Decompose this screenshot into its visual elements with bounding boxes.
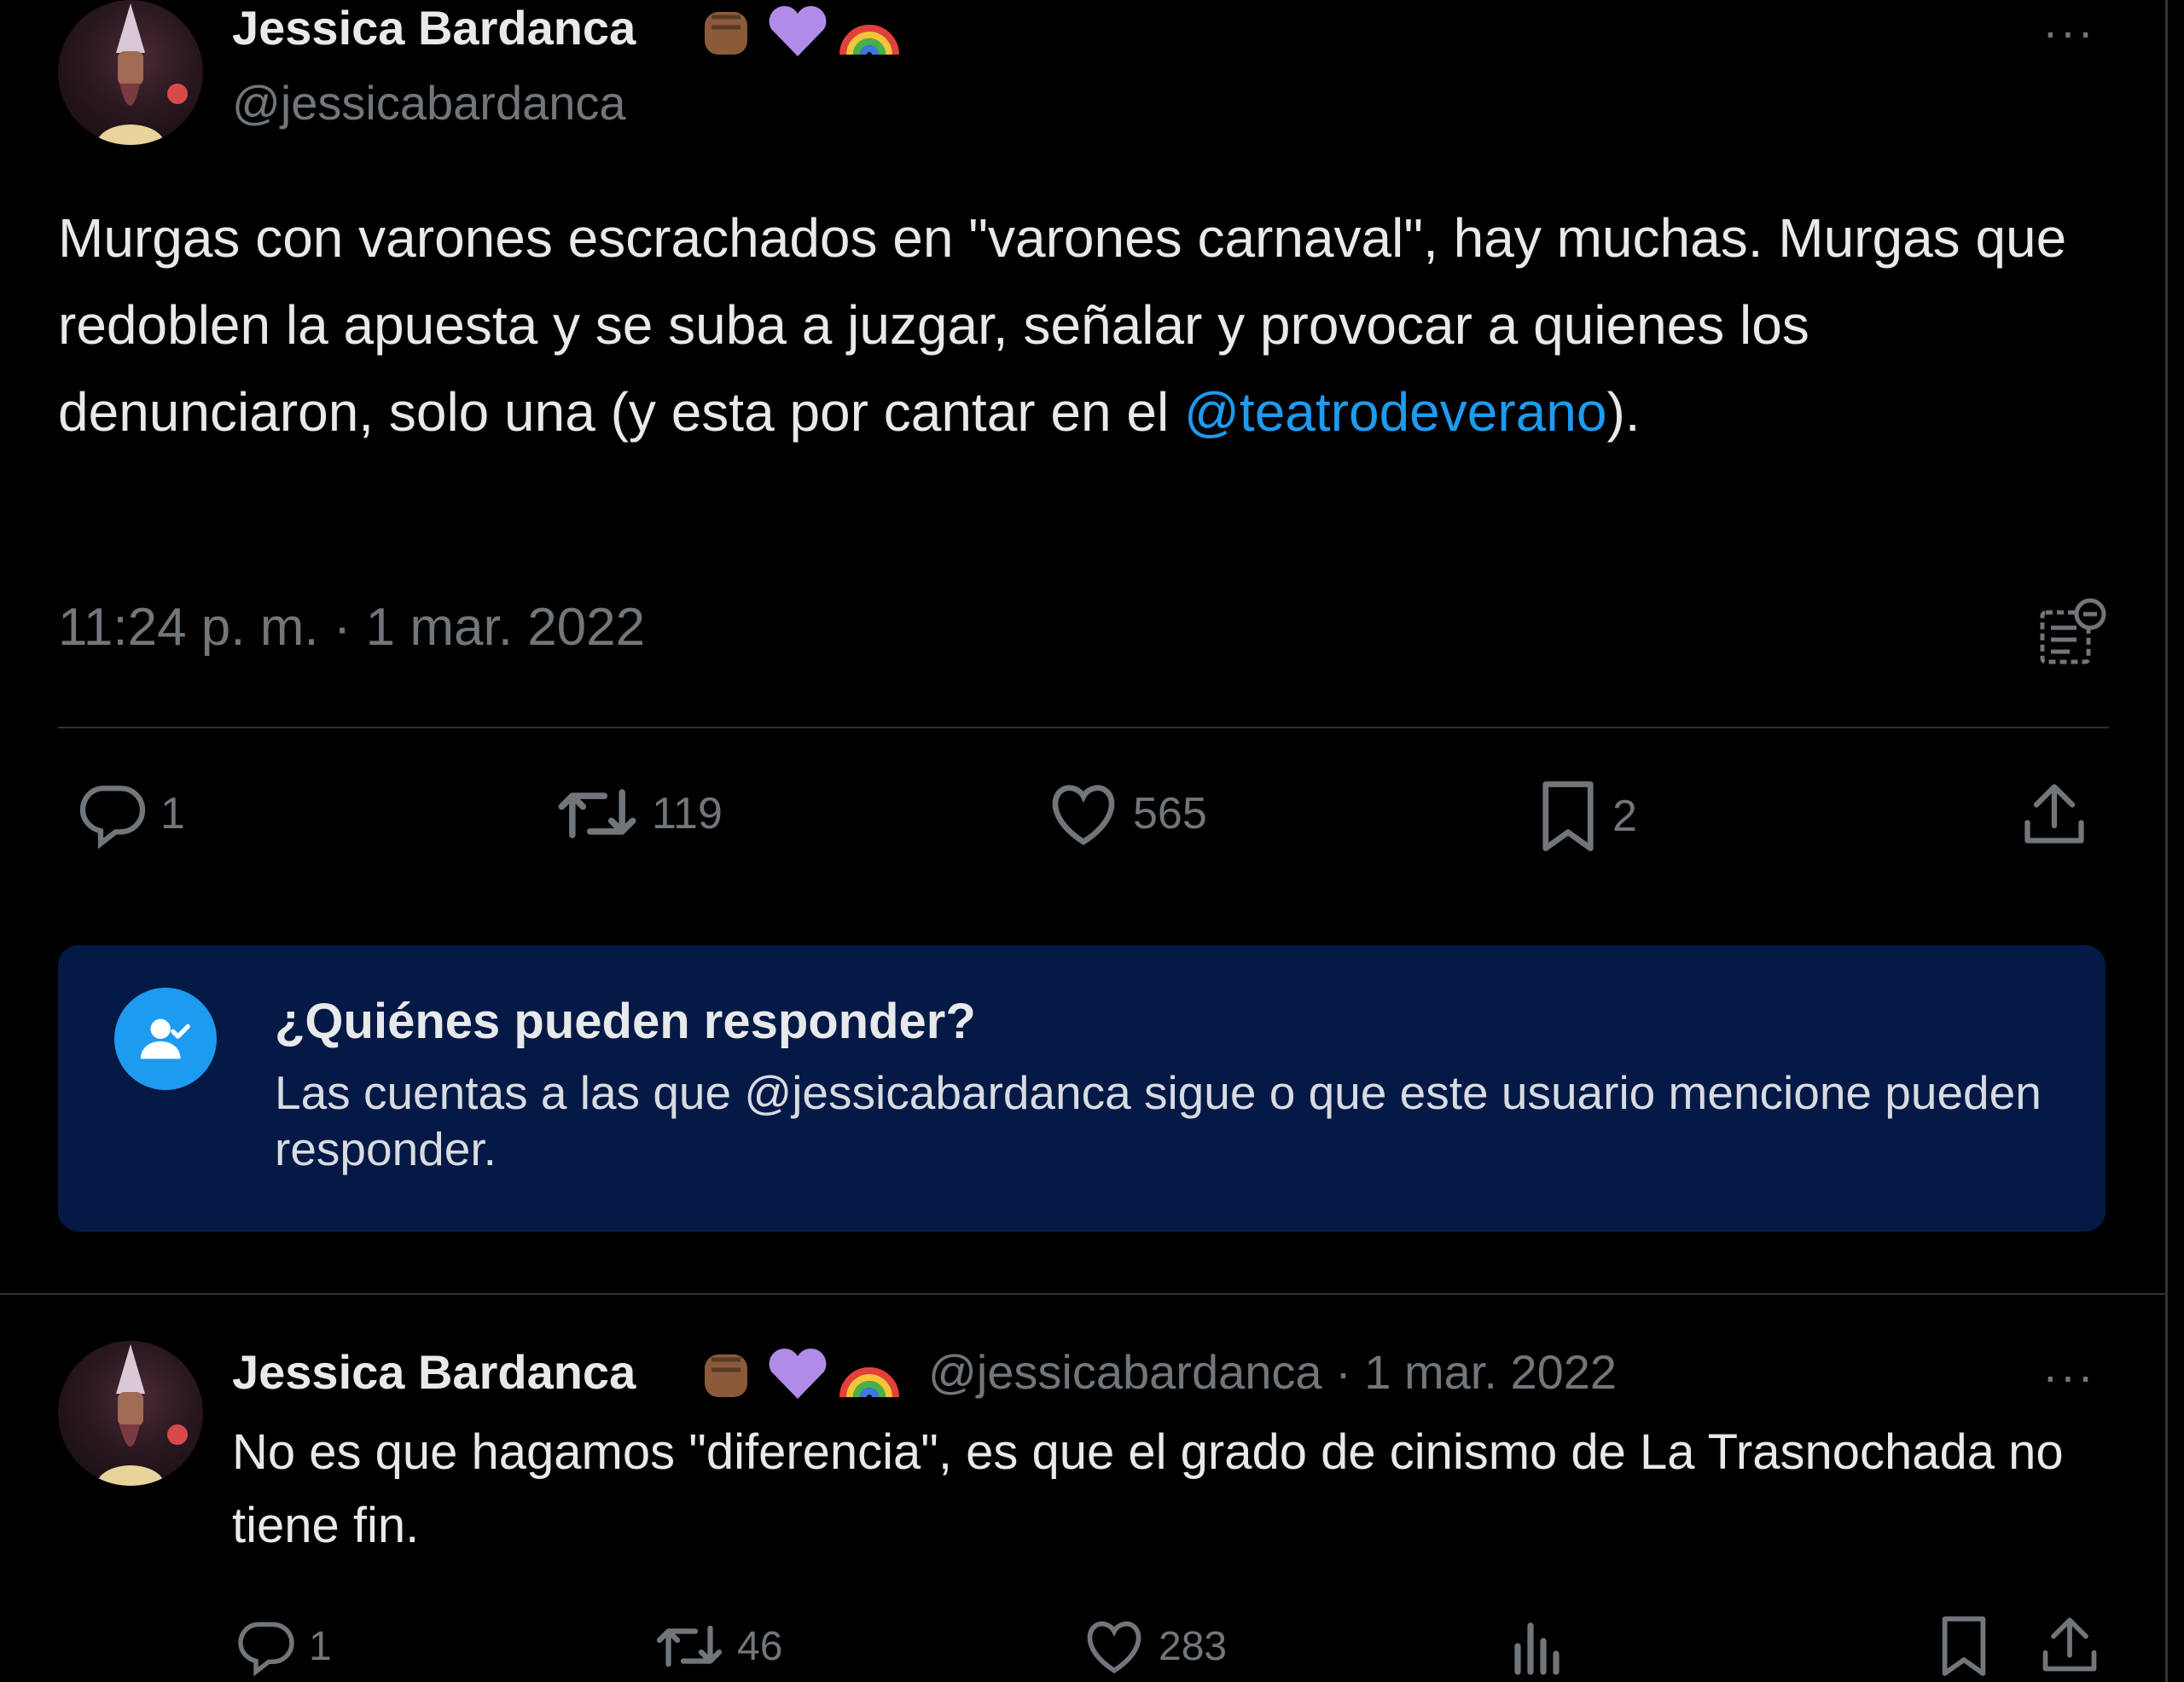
bookmark-button[interactable] (1937, 1612, 1991, 1680)
rainbow-icon (839, 1367, 899, 1398)
like-count: 565 (1133, 789, 1207, 838)
retweet-count: 119 (652, 789, 723, 838)
reply-icon (79, 786, 146, 850)
reply-count: 1 (160, 789, 185, 838)
bookmark-button[interactable]: 2 (1536, 778, 1637, 855)
heart-icon (1052, 785, 1115, 845)
user-check-icon (140, 1018, 190, 1059)
purple-heart-icon (769, 6, 827, 56)
reply-restriction-description: Las cuentas a las que @jessicabardanca s… (275, 1066, 2042, 1175)
author-handle-and-date[interactable]: @jessicabardanca · 1 mar. 2022 (928, 1344, 1617, 1400)
bookmark-count: 2 (1612, 792, 1637, 841)
reply-restriction-card: ¿Quiénes pueden responder? Las cuentas a… (58, 945, 2106, 1232)
name-emojis (693, 0, 903, 61)
like-button[interactable]: 565 (1046, 778, 1207, 850)
avatar[interactable] (58, 0, 203, 145)
retweet-icon (558, 789, 636, 838)
retweet-button[interactable]: 46 (653, 1615, 782, 1677)
retweet-button[interactable]: 119 (555, 778, 723, 850)
reply-button[interactable]: 1 (235, 1615, 332, 1677)
name-emojis (693, 1343, 903, 1404)
share-button[interactable] (2037, 1612, 2102, 1677)
tweet-text: No es que hagamos "diferencia", es que e… (232, 1424, 2064, 1553)
grok-summary-icon[interactable] (2037, 597, 2109, 669)
rainbow-icon (839, 25, 899, 55)
more-options-icon[interactable]: ··· (2042, 1348, 2095, 1403)
reply-icon (238, 1621, 294, 1677)
retweet-icon (656, 1625, 723, 1668)
reply-restriction-title: ¿Quiénes pueden responder? (275, 994, 976, 1049)
reply-button[interactable]: 1 (77, 778, 185, 850)
bookmark-icon (1942, 1616, 1986, 1676)
tweet-separator (0, 1293, 2165, 1295)
tweet-text-part: Murgas con varones escrachados en "varon… (58, 207, 2067, 443)
analytics-icon (1514, 1622, 1560, 1675)
tweet-timestamp[interactable]: 11:24 p. m. · 1 mar. 2022 (58, 597, 645, 658)
author-handle[interactable]: @jessicabardanca (232, 75, 626, 130)
author-name[interactable]: Jessica Bardanca (232, 0, 636, 55)
divider (58, 727, 2109, 728)
like-button[interactable]: 283 (1082, 1615, 1227, 1677)
avatar[interactable] (58, 1341, 203, 1486)
more-options-icon[interactable]: ··· (2042, 3, 2095, 59)
retweet-count: 46 (737, 1623, 783, 1669)
raised-fist-medium-dark-icon (705, 1354, 747, 1397)
reply-count: 1 (309, 1623, 332, 1669)
tweet-text-part: ). (1606, 381, 1641, 443)
reply-restriction-badge (114, 988, 217, 1090)
share-icon (2024, 784, 2084, 844)
views-button[interactable] (1508, 1615, 1563, 1677)
share-icon (2042, 1617, 2097, 1672)
share-button[interactable] (2018, 778, 2090, 850)
tweet-text: Murgas con varones escrachados en "varon… (58, 194, 2106, 455)
column-border (2165, 0, 2168, 1682)
heart-icon (1087, 1621, 1141, 1673)
purple-heart-icon (769, 1348, 827, 1399)
like-count: 283 (1159, 1623, 1228, 1669)
bookmark-icon (1542, 781, 1594, 851)
author-name[interactable]: Jessica Bardanca (232, 1344, 636, 1400)
mention-link[interactable]: @teatrodeverano (1184, 381, 1607, 443)
raised-fist-medium-dark-icon (705, 12, 747, 55)
